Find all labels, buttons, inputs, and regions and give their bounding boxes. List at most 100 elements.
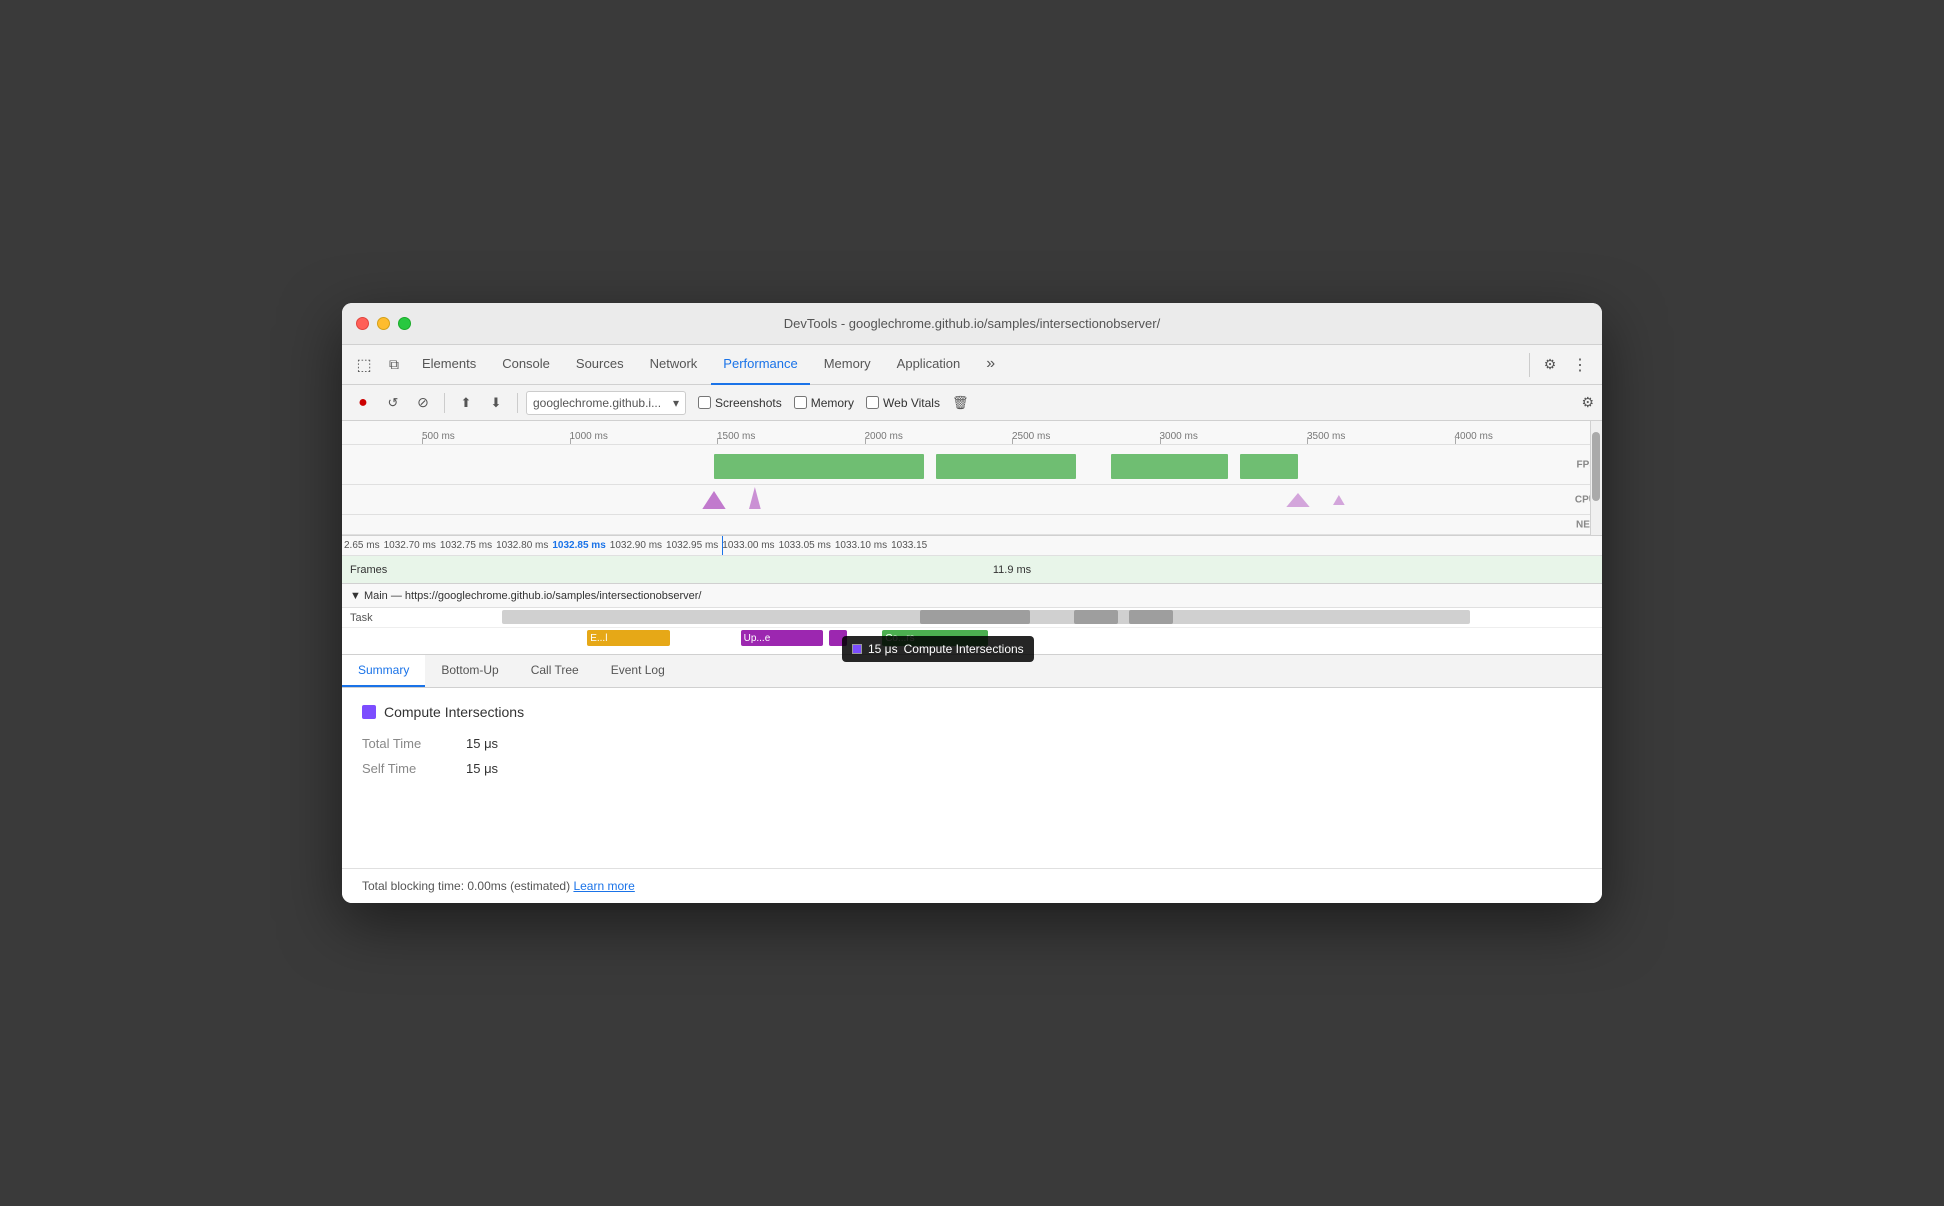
self-time-row: Self Time 15 μs (362, 761, 1582, 776)
event-bar-el[interactable]: E...l (587, 630, 670, 646)
download-button[interactable]: ⬇ (483, 390, 509, 416)
reload-button[interactable]: ↺ (380, 390, 406, 416)
task-bar-seg3[interactable] (1129, 610, 1173, 624)
task-bars (502, 608, 1602, 627)
devtools-window: DevTools - googlechrome.github.io/sample… (342, 303, 1602, 903)
url-bar[interactable]: googlechrome.github.i... ▾ (526, 391, 686, 415)
ruler-tick-5: 3000 ms (1160, 421, 1308, 444)
summary-content: Compute Intersections Total Time 15 μs S… (342, 688, 1602, 868)
summary-color-indicator (362, 705, 376, 719)
tab-sources[interactable]: Sources (564, 345, 636, 385)
tab-event-log[interactable]: Event Log (595, 655, 681, 687)
memory-checkbox[interactable] (794, 396, 807, 409)
tab-console[interactable]: Console (490, 345, 562, 385)
ruler-tick-4: 2500 ms (1012, 421, 1160, 444)
total-time-label: Total Time (362, 736, 442, 751)
task-bar-seg2[interactable] (1074, 610, 1118, 624)
web-vitals-checkbox-group: Web Vitals (866, 396, 940, 410)
screenshots-checkbox-group: Screenshots (698, 396, 782, 410)
ruler-tick-2: 1500 ms (717, 421, 865, 444)
timeline-overview: 500 ms 1000 ms 1500 ms 2000 ms 2500 ms 3… (342, 421, 1602, 536)
frames-label: Frames (342, 564, 422, 576)
tab-summary[interactable]: Summary (342, 655, 425, 687)
footer-text: Total blocking time: 0.00ms (estimated) (362, 879, 570, 893)
task-label: Task (342, 612, 422, 624)
clear-button[interactable]: 🗑 (952, 395, 969, 411)
task-bar-seg1[interactable] (920, 610, 1030, 624)
tooltip-label: Compute Intersections (904, 642, 1024, 656)
close-button[interactable] (356, 317, 369, 330)
footer: Total blocking time: 0.00ms (estimated) … (342, 868, 1602, 903)
total-time-value: 15 μs (466, 736, 498, 751)
ruler-tick-6: 3500 ms (1307, 421, 1455, 444)
scrollbar-thumb[interactable] (1592, 432, 1600, 500)
net-track[interactable]: NET (342, 515, 1602, 535)
detail-ruler: 2.65 ms 1032.70 ms 1032.75 ms 1032.80 ms… (342, 536, 1602, 556)
main-thread-label: ▼ Main — https://googlechrome.github.io/… (350, 590, 701, 602)
detail-timeline: 2.65 ms 1032.70 ms 1032.75 ms 1032.80 ms… (342, 536, 1602, 655)
url-dropdown-icon[interactable]: ▾ (673, 396, 679, 410)
total-time-row: Total Time 15 μs (362, 736, 1582, 751)
capture-settings-icon[interactable]: ⚙ (1581, 394, 1594, 411)
separator2 (517, 393, 518, 413)
memory-label: Memory (811, 396, 854, 410)
bottom-panel: Summary Bottom-Up Call Tree Event Log Co… (342, 655, 1602, 903)
settings-icon[interactable]: ⚙ (1536, 351, 1564, 379)
separator (1529, 353, 1530, 377)
timeline-ruler: 500 ms 1000 ms 1500 ms 2000 ms 2500 ms 3… (342, 421, 1602, 445)
fps-track[interactable]: FPS (342, 445, 1602, 485)
url-text: googlechrome.github.i... (533, 396, 669, 410)
maximize-button[interactable] (398, 317, 411, 330)
learn-more-link[interactable]: Learn more (573, 879, 634, 893)
event-bar-upe[interactable]: Up...e (741, 630, 824, 646)
traffic-lights (356, 317, 411, 330)
web-vitals-label: Web Vitals (883, 396, 940, 410)
more-options-icon[interactable]: ⋮ (1566, 351, 1594, 379)
event-row[interactable]: E...l Up...e Co...rs 15 μs Compute Inter… (342, 628, 1602, 654)
tooltip-time: 15 μs (868, 642, 898, 656)
frames-row[interactable]: Frames 11.9 ms (342, 556, 1602, 584)
separator (444, 393, 445, 413)
memory-checkbox-group: Memory (794, 396, 854, 410)
devtools-tab-bar: ⬚ ⧉ Elements Console Sources Network Per… (342, 345, 1602, 385)
record-button[interactable]: ● (350, 390, 376, 416)
stop-button[interactable]: ⊘ (410, 390, 436, 416)
tab-bottom-up[interactable]: Bottom-Up (425, 655, 514, 687)
tooltip-color-box (852, 644, 862, 654)
screenshots-label: Screenshots (715, 396, 782, 410)
ruler-tick-0: 500 ms (422, 421, 570, 444)
screenshots-checkbox[interactable] (698, 396, 711, 409)
summary-title: Compute Intersections (362, 704, 1582, 720)
self-time-label: Self Time (362, 761, 442, 776)
device-mode-icon[interactable]: ⧉ (380, 351, 408, 379)
inspect-icon[interactable]: ⬚ (350, 351, 378, 379)
task-row[interactable]: Task (342, 608, 1602, 628)
tab-elements[interactable]: Elements (410, 345, 488, 385)
upload-button[interactable]: ⬆ (453, 390, 479, 416)
ruler-tick-3: 2000 ms (865, 421, 1013, 444)
web-vitals-checkbox[interactable] (866, 396, 879, 409)
frame-time: 11.9 ms (993, 564, 1031, 576)
ruler-tick-1: 1000 ms (570, 421, 718, 444)
event-bars: E...l Up...e Co...rs 15 μs Compute Inter… (422, 628, 1602, 654)
self-time-value: 15 μs (466, 761, 498, 776)
time-cursor (722, 536, 723, 555)
tab-network[interactable]: Network (638, 345, 710, 385)
title-bar: DevTools - googlechrome.github.io/sample… (342, 303, 1602, 345)
timeline-scrollbar[interactable] (1590, 421, 1602, 535)
tab-performance[interactable]: Performance (711, 345, 809, 385)
main-thread-header[interactable]: ▼ Main — https://googlechrome.github.io/… (342, 584, 1602, 608)
event-tooltip: 15 μs Compute Intersections (842, 636, 1034, 662)
window-title: DevTools - googlechrome.github.io/sample… (784, 316, 1160, 331)
tab-application[interactable]: Application (885, 345, 973, 385)
summary-title-text: Compute Intersections (384, 704, 524, 720)
ruler-ticks: 500 ms 1000 ms 1500 ms 2000 ms 2500 ms 3… (342, 421, 1602, 444)
minimize-button[interactable] (377, 317, 390, 330)
frames-content: 11.9 ms (422, 556, 1602, 583)
tab-more[interactable]: » (974, 345, 1007, 385)
ruler-tick-7: 4000 ms (1455, 421, 1603, 444)
performance-toolbar: ● ↺ ⊘ ⬆ ⬇ googlechrome.github.i... ▾ Scr… (342, 385, 1602, 421)
tab-memory[interactable]: Memory (812, 345, 883, 385)
cpu-track[interactable]: CPU (342, 485, 1602, 515)
tab-call-tree[interactable]: Call Tree (515, 655, 595, 687)
